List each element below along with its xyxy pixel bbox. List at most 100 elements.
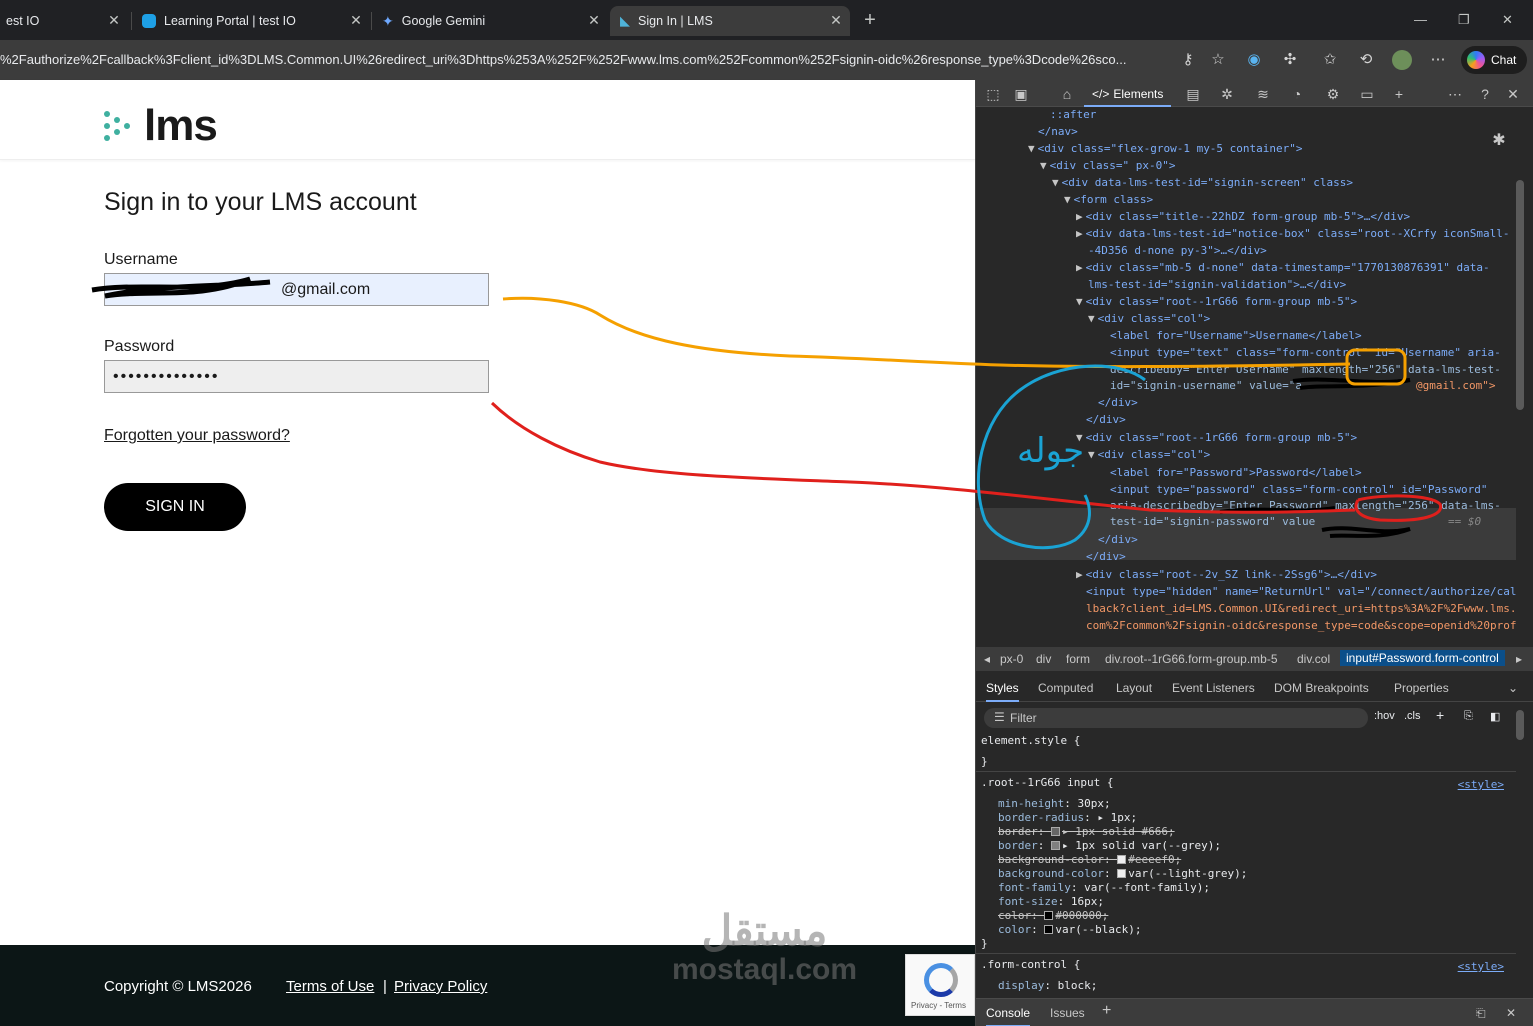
dom-line[interactable]: ▼ <form class> (1064, 192, 1153, 208)
dom-line[interactable]: <input type="hidden" name="ReturnUrl" va… (1086, 584, 1516, 600)
tab-elements[interactable]: </> Elements (1084, 80, 1172, 107)
collapse-chevron-icon[interactable]: ⌄ (1508, 681, 1518, 695)
minimize-icon[interactable]: — (1414, 12, 1427, 27)
dom-line[interactable]: ▼ <div class="root--1rG66 form-group mb-5… (1076, 430, 1357, 446)
devtools-menu-icon[interactable]: ⋯ (1446, 85, 1464, 103)
device-toolbar-icon[interactable]: ▣ (1012, 85, 1030, 103)
dom-line[interactable]: ▼ <div class="col"> (1088, 311, 1210, 327)
dom-line[interactable]: </nav> (1038, 124, 1078, 140)
dom-line[interactable]: ▶ <div class="root--2v_SZ link--2Ssg6">…<… (1076, 567, 1377, 583)
dom-line[interactable]: ▼ <div class="flex-grow-1 my-5 container"… (1028, 141, 1303, 157)
css-property[interactable]: min-height: 30px; (998, 797, 1111, 811)
add-drawer-tab-icon[interactable]: + (1102, 1002, 1111, 1020)
css-property[interactable]: border: ▸ 1px solid var(--grey); (998, 839, 1221, 853)
breadcrumb-item[interactable]: div.root--1rG66.form-group.mb-5 (1105, 652, 1278, 666)
key-icon[interactable]: ⚷ (1178, 50, 1198, 70)
sources-bug-icon[interactable]: ✲ (1218, 85, 1236, 103)
tab-dom-breakpoints[interactable]: DOM Breakpoints (1274, 681, 1369, 695)
css-property[interactable]: display: block; (998, 979, 1097, 993)
css-property[interactable]: border: ▸ 1px solid #666; (998, 825, 1175, 839)
tab-event-listeners[interactable]: Event Listeners (1172, 681, 1255, 695)
breadcrumb-item[interactable]: div.col (1297, 652, 1330, 666)
pin-icon[interactable]: ✱ (1490, 132, 1508, 150)
styles-scrollbar[interactable] (1516, 710, 1524, 740)
more-tools-plus-icon[interactable]: + (1390, 85, 1408, 103)
extension-icon[interactable]: ◉ (1244, 50, 1264, 70)
rule-origin-link[interactable]: <style> (1458, 778, 1504, 791)
rule-origin-link[interactable]: <style> (1458, 960, 1504, 973)
lms-logo[interactable]: lms (104, 104, 218, 148)
welcome-home-icon[interactable]: ⌂ (1058, 85, 1076, 103)
more-menu-icon[interactable]: ⋯ (1428, 50, 1448, 70)
tab-computed[interactable]: Computed (1038, 681, 1093, 695)
console-icon[interactable]: ▤ (1184, 85, 1202, 103)
css-property[interactable]: background-color: var(--light-grey); (998, 867, 1247, 881)
sidebar-toggle-icon[interactable]: ◧ (1490, 710, 1500, 723)
terms-of-use-link[interactable]: Terms of Use (286, 978, 374, 995)
dom-line[interactable]: ▼ <div class="root--1rG66 form-group mb-5… (1076, 294, 1357, 310)
browser-tab-active[interactable]: ◣ Sign In | LMS ✕ (610, 6, 850, 36)
help-icon[interactable]: ? (1476, 85, 1494, 103)
breadcrumb-item-selected[interactable]: input#Password.form-control (1340, 650, 1505, 666)
dom-line[interactable]: <label for="Password">Password</label> (1110, 465, 1362, 481)
dom-line[interactable]: ▶ <div data-lms-test-id="notice-box" clas… (1076, 226, 1509, 242)
breadcrumb-left-arrow-icon[interactable]: ◂ (984, 652, 990, 666)
close-tab-icon[interactable]: ✕ (586, 12, 602, 28)
rule-selector[interactable]: .root--1rG66 input { (981, 776, 1113, 790)
forgot-password-link[interactable]: Forgotten your password? (104, 427, 290, 445)
extensions-puzzle-icon[interactable]: ✣ (1280, 50, 1300, 70)
color-swatch-icon[interactable] (1051, 841, 1060, 850)
recaptcha-badge[interactable]: Privacy - Terms (905, 954, 975, 1016)
paint-icon[interactable]: ⎘ (1464, 710, 1473, 723)
copilot-chat-button[interactable]: Chat (1461, 46, 1527, 74)
network-wifi-icon[interactable]: ≋ (1254, 85, 1272, 103)
css-property[interactable]: color: #000000; (998, 909, 1108, 923)
css-property[interactable]: color: var(--black); (998, 923, 1141, 937)
color-swatch-icon[interactable] (1117, 855, 1127, 864)
username-field[interactable]: @gmail.com (104, 273, 489, 306)
css-property[interactable]: background-color: #eeeef0; (998, 853, 1181, 867)
dom-line[interactable]: ▼ <div data-lms-test-id="signin-screen" c… (1052, 175, 1353, 191)
close-tab-icon[interactable]: ✕ (828, 12, 844, 28)
rule-selector[interactable]: .form-control { (981, 958, 1080, 972)
hover-state-button[interactable]: :hov (1374, 710, 1395, 722)
css-property[interactable]: font-family: var(--font-family); (998, 881, 1210, 895)
tab-issues[interactable]: Issues (1050, 1006, 1085, 1020)
history-icon[interactable]: ⟲ (1356, 50, 1376, 70)
dom-line[interactable]: ▼ <div class="col"> (1088, 447, 1210, 463)
class-toggle-button[interactable]: .cls (1404, 710, 1421, 722)
breadcrumb-item[interactable]: px-0 (1000, 652, 1023, 666)
breadcrumb-item[interactable]: form (1066, 652, 1090, 666)
restore-icon[interactable]: ❐ (1458, 12, 1470, 28)
close-window-icon[interactable]: ✕ (1502, 12, 1513, 28)
browser-tab[interactable]: ✦ Google Gemini ✕ (372, 6, 608, 36)
application-icon[interactable]: ▭ (1358, 85, 1376, 103)
password-field[interactable]: •••••••••••••• (104, 360, 489, 393)
close-drawer-icon[interactable]: ✕ (1506, 1006, 1516, 1020)
dom-line[interactable]: <input type="text" class="form-control" … (1110, 345, 1501, 361)
dom-line[interactable]: ▼ <div class=" px-0"> (1040, 158, 1175, 174)
performance-icon[interactable]: ◔ (1288, 85, 1306, 103)
close-tab-icon[interactable]: ✕ (348, 12, 364, 28)
dock-icon[interactable]: ⎗ (1476, 1006, 1486, 1021)
css-property[interactable]: border-radius: ▸ 1px; (998, 811, 1137, 825)
element-style-rule[interactable]: element.style { (981, 734, 1080, 748)
favorite-star-icon[interactable]: ☆ (1208, 50, 1228, 70)
tab-properties[interactable]: Properties (1394, 681, 1449, 695)
styles-filter-input[interactable]: ☰ Filter (984, 708, 1368, 728)
dom-line[interactable]: ::after (1050, 107, 1096, 123)
close-devtools-icon[interactable]: ✕ (1504, 85, 1522, 103)
new-rule-plus-icon[interactable]: + (1436, 707, 1444, 723)
settings-gear-icon[interactable]: ⚙ (1324, 85, 1342, 103)
color-swatch-icon[interactable] (1044, 925, 1054, 934)
color-swatch-icon[interactable] (1051, 827, 1060, 836)
breadcrumb-item[interactable]: div (1036, 652, 1051, 666)
close-tab-icon[interactable]: ✕ (106, 12, 122, 28)
css-property[interactable]: font-size: 16px; (998, 895, 1104, 909)
sign-in-button[interactable]: SIGN IN (104, 483, 246, 531)
profile-avatar[interactable] (1392, 50, 1412, 70)
tab-layout[interactable]: Layout (1116, 681, 1152, 695)
color-swatch-icon[interactable] (1117, 869, 1127, 878)
inspect-element-icon[interactable]: ⬚ (984, 85, 1002, 103)
dom-line[interactable]: <label for="Username">Username</label> (1110, 328, 1362, 344)
